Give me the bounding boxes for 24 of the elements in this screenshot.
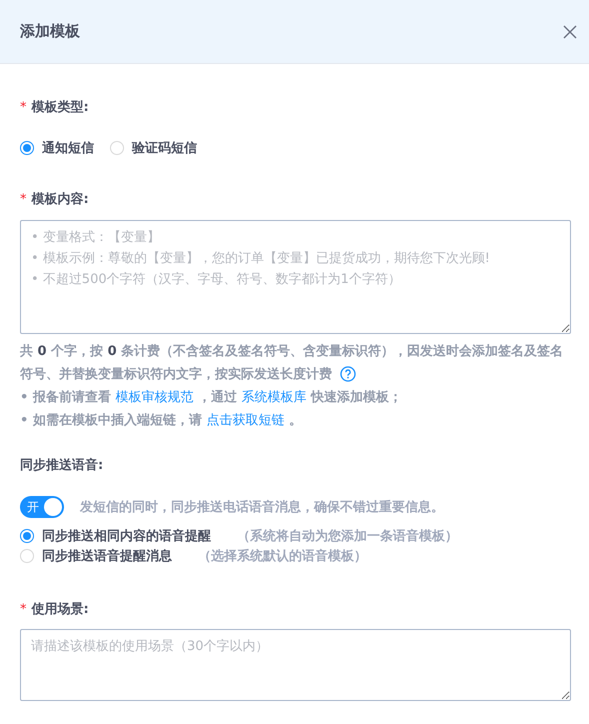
radio-button[interactable] [20,529,34,543]
radio-button[interactable] [20,141,34,155]
tip-text: • 如需在模板中插入端短链，请 点击获取短链 。 [20,412,303,430]
option-hint: （选择系统默认的语音模板） [198,548,367,565]
close-icon[interactable] [563,24,577,38]
help-icon[interactable] [340,366,356,382]
switch-description: 发短信的同时，同步推送电话语音消息，确保不错过重要信息。 [80,498,444,516]
content-field[interactable]: • 变量格式：【变量】 • 模板示例：尊敬的【变量】，您的订单【变量】已提货成功，期待您下次光顾! • 不超过500个字符（汉字、字母、符号、数字都计为1个字符） [20,220,571,334]
radio-label[interactable]: 同步推送相同内容的语音提醒 [42,527,211,545]
option-hint: （系统将自动为您添加一条语音模板） [237,528,458,545]
field-label: 使用场景: [32,601,89,618]
tip-text: • 报备前请查看 模板审核规范 ，通过 系统模板库 快速添加模板； [20,389,403,407]
field-label: 同步推送语音: [20,456,104,474]
radio-label[interactable]: 通知短信 [42,139,94,157]
billing-note: 共 0 个字，按 0 条计费（不含签名及签名符号、含变量标识符），因发送时会添加签名及签名符号、并替换变量标识符内文字，按实际发送长度计费 [20,342,564,384]
required-mark: * [20,100,26,114]
dialog-title: 添加模板 [20,22,80,41]
radio-label[interactable]: 同步推送语音提醒消息 [42,547,172,565]
radio-label[interactable]: 验证码短信 [132,139,197,157]
required-mark: * [20,192,26,206]
field-label: 模板类型: [32,99,89,116]
scenario-field[interactable]: 请描述该模板的使用场景（30个字以内） [20,629,571,701]
field-label: 模板内容: [32,190,89,208]
required-mark: * [20,602,26,616]
